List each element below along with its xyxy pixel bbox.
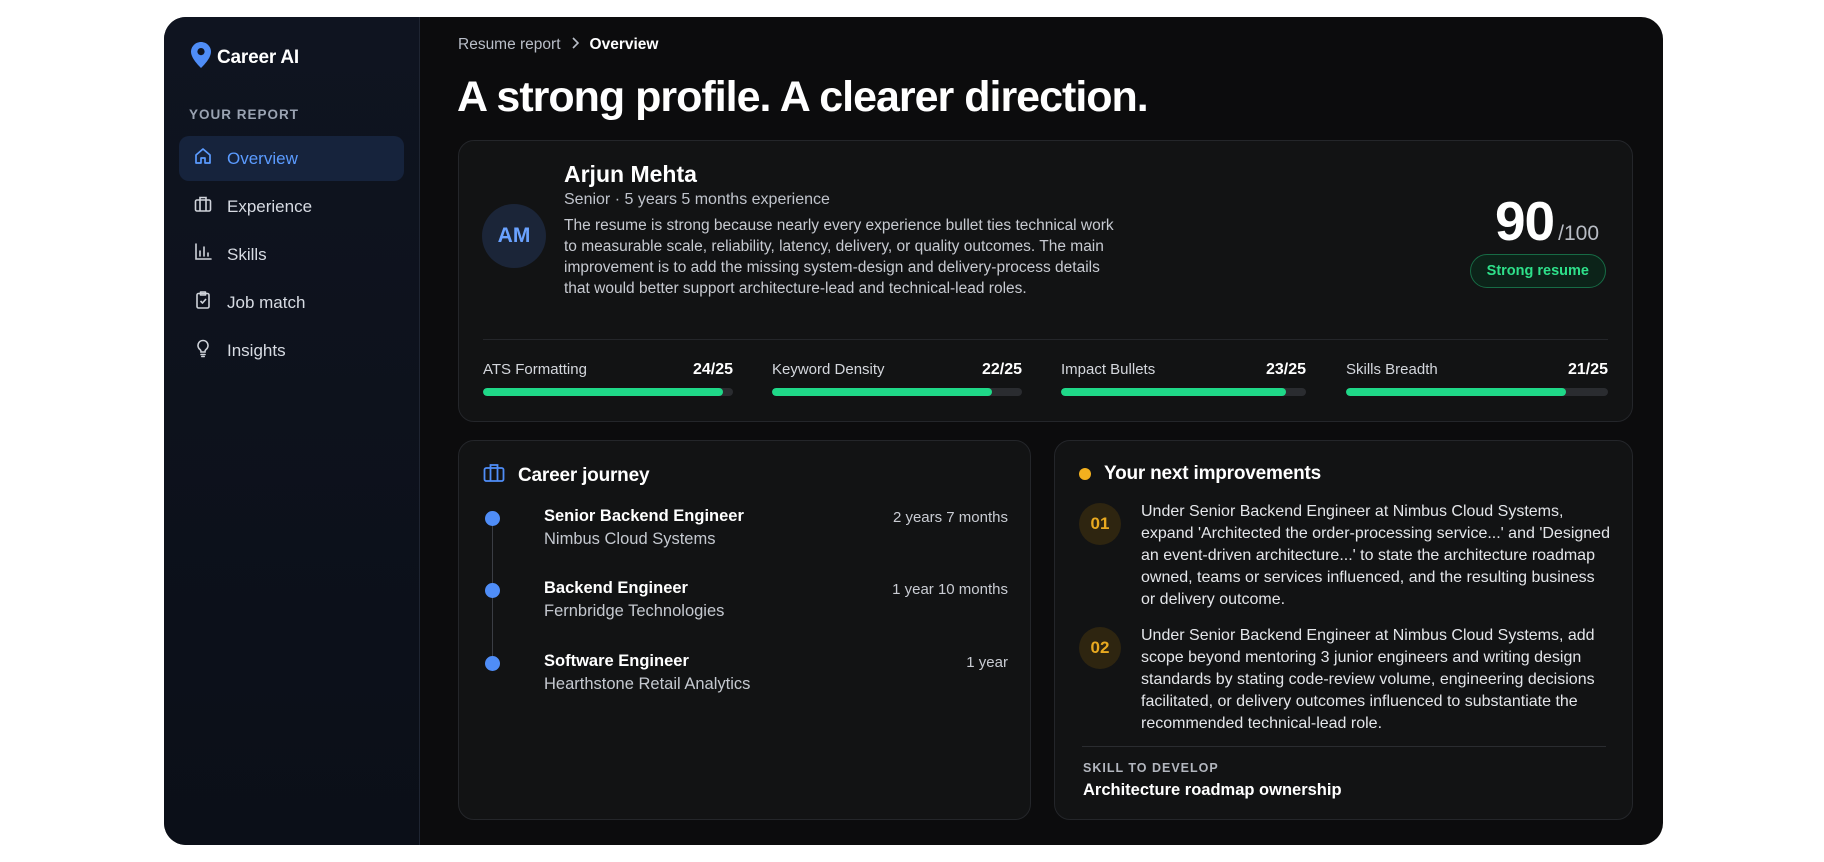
breadcrumb-current: Overview xyxy=(589,36,659,53)
chevron-right-icon xyxy=(571,36,580,54)
sidebar-item-job-match[interactable]: Job match xyxy=(179,280,404,325)
job-title: Senior Backend Engineer xyxy=(544,507,744,525)
candidate-subtitle: Senior · 5 years 5 months experience xyxy=(564,191,830,208)
timeline-dot xyxy=(485,583,500,598)
improvement-number: 02 xyxy=(1079,627,1121,669)
metric-label: Skills Breadth xyxy=(1346,361,1438,378)
sidebar-item-label: Experience xyxy=(227,196,313,216)
timeline-dot xyxy=(485,511,500,526)
metric-value: 22/25 xyxy=(981,361,1022,378)
progress-fill xyxy=(1346,388,1567,396)
improvement-number: 01 xyxy=(1079,503,1121,545)
sidebar-item-label: Skills xyxy=(227,244,267,264)
sidebar-item-experience[interactable]: Experience xyxy=(179,184,404,229)
lightbulb-icon xyxy=(193,338,213,363)
improvements-card: Your next improvements 01 Under Senior B… xyxy=(1054,440,1633,820)
metric-value: 23/25 xyxy=(1265,361,1306,378)
sidebar-item-label: Insights xyxy=(227,340,286,360)
metric-ats-formatting: ATS Formatting 24/25 xyxy=(483,361,733,396)
metric-label: ATS Formatting xyxy=(483,361,587,378)
metric-label: Keyword Density xyxy=(772,361,885,378)
skill-label: SKILL TO DEVELOP xyxy=(1083,761,1219,775)
improvement-text: Under Senior Backend Engineer at Nimbus … xyxy=(1141,503,1610,608)
progress-bar xyxy=(1346,388,1608,396)
job-title: Software Engineer xyxy=(544,652,689,670)
job-duration: 1 year 10 months xyxy=(892,581,1008,598)
breadcrumb: Resume report Overview xyxy=(458,36,658,54)
candidate-name: Arjun Mehta xyxy=(564,161,697,187)
timeline-dot xyxy=(485,656,500,671)
metric-keyword-density: Keyword Density 22/25 xyxy=(772,361,1022,396)
metric-value: 21/25 xyxy=(1567,361,1608,378)
sidebar-item-insights[interactable]: Insights xyxy=(179,328,404,373)
breadcrumb-parent[interactable]: Resume report xyxy=(458,36,561,54)
sidebar-nav: Overview Experience Skills Job match Ins… xyxy=(179,136,404,376)
skill-to-develop: Architecture roadmap ownership xyxy=(1083,781,1342,799)
main-content: Resume report Overview A strong profile.… xyxy=(420,17,1663,845)
progress-bar xyxy=(1061,388,1306,396)
metric-value: 24/25 xyxy=(692,361,733,378)
card-title-text: Career journey xyxy=(518,465,650,486)
job-company: Nimbus Cloud Systems xyxy=(544,530,716,548)
sidebar-item-overview[interactable]: Overview xyxy=(179,136,404,181)
card-title: Your next improvements xyxy=(1079,463,1321,485)
sidebar-item-label: Job match xyxy=(227,292,306,312)
sidebar: Career AI YOUR REPORT Overview Experienc… xyxy=(164,17,420,845)
location-pin-icon xyxy=(191,42,211,73)
briefcase-icon xyxy=(483,463,505,489)
avatar: AM xyxy=(482,204,546,268)
card-title: Career journey xyxy=(483,463,650,489)
progress-fill xyxy=(1061,388,1287,396)
home-icon xyxy=(193,146,213,171)
profile-card: AM Arjun Mehta Senior · 5 years 5 months… xyxy=(458,140,1633,422)
profile-summary: The resume is strong because nearly ever… xyxy=(564,217,1114,297)
resume-score: 90 /100 xyxy=(1495,189,1599,253)
brand[interactable]: Career AI xyxy=(191,42,299,73)
page-title: A strong profile. A clearer direction. xyxy=(457,73,1149,121)
progress-bar xyxy=(772,388,1022,396)
clipboard-check-icon xyxy=(193,290,213,315)
status-dot-icon xyxy=(1079,468,1091,480)
progress-fill xyxy=(483,388,723,396)
divider xyxy=(483,339,1608,340)
job-company: Hearthstone Retail Analytics xyxy=(544,675,751,693)
job-duration: 1 year xyxy=(966,654,1008,671)
brand-name: Career AI xyxy=(217,46,299,68)
job-duration: 2 years 7 months xyxy=(892,509,1008,526)
job-title: Backend Engineer xyxy=(544,579,688,597)
progress-bar xyxy=(483,388,733,396)
card-title-text: Your next improvements xyxy=(1104,463,1321,484)
metric-label: Impact Bullets xyxy=(1061,361,1156,378)
job-company: Fernbridge Technologies xyxy=(544,602,725,620)
app-window: Career AI YOUR REPORT Overview Experienc… xyxy=(164,17,1663,845)
score-value: 90 xyxy=(1494,190,1555,252)
improvement-text: Under Senior Backend Engineer at Nimbus … xyxy=(1141,627,1595,732)
sidebar-item-skills[interactable]: Skills xyxy=(179,232,404,277)
status-badge: Strong resume xyxy=(1469,254,1606,288)
metric-skills-breadth: Skills Breadth 21/25 xyxy=(1346,361,1608,396)
divider xyxy=(1082,746,1606,747)
sidebar-section-label: YOUR REPORT xyxy=(189,107,300,122)
career-journey-card: Career journey Senior Backend Engineer N… xyxy=(458,440,1031,820)
progress-fill xyxy=(772,388,992,396)
bar-chart-icon xyxy=(193,242,213,267)
score-max: /100 xyxy=(1558,222,1599,245)
briefcase-icon xyxy=(193,194,213,219)
sidebar-item-label: Overview xyxy=(227,148,298,168)
metric-impact-bullets: Impact Bullets 23/25 xyxy=(1061,361,1306,396)
